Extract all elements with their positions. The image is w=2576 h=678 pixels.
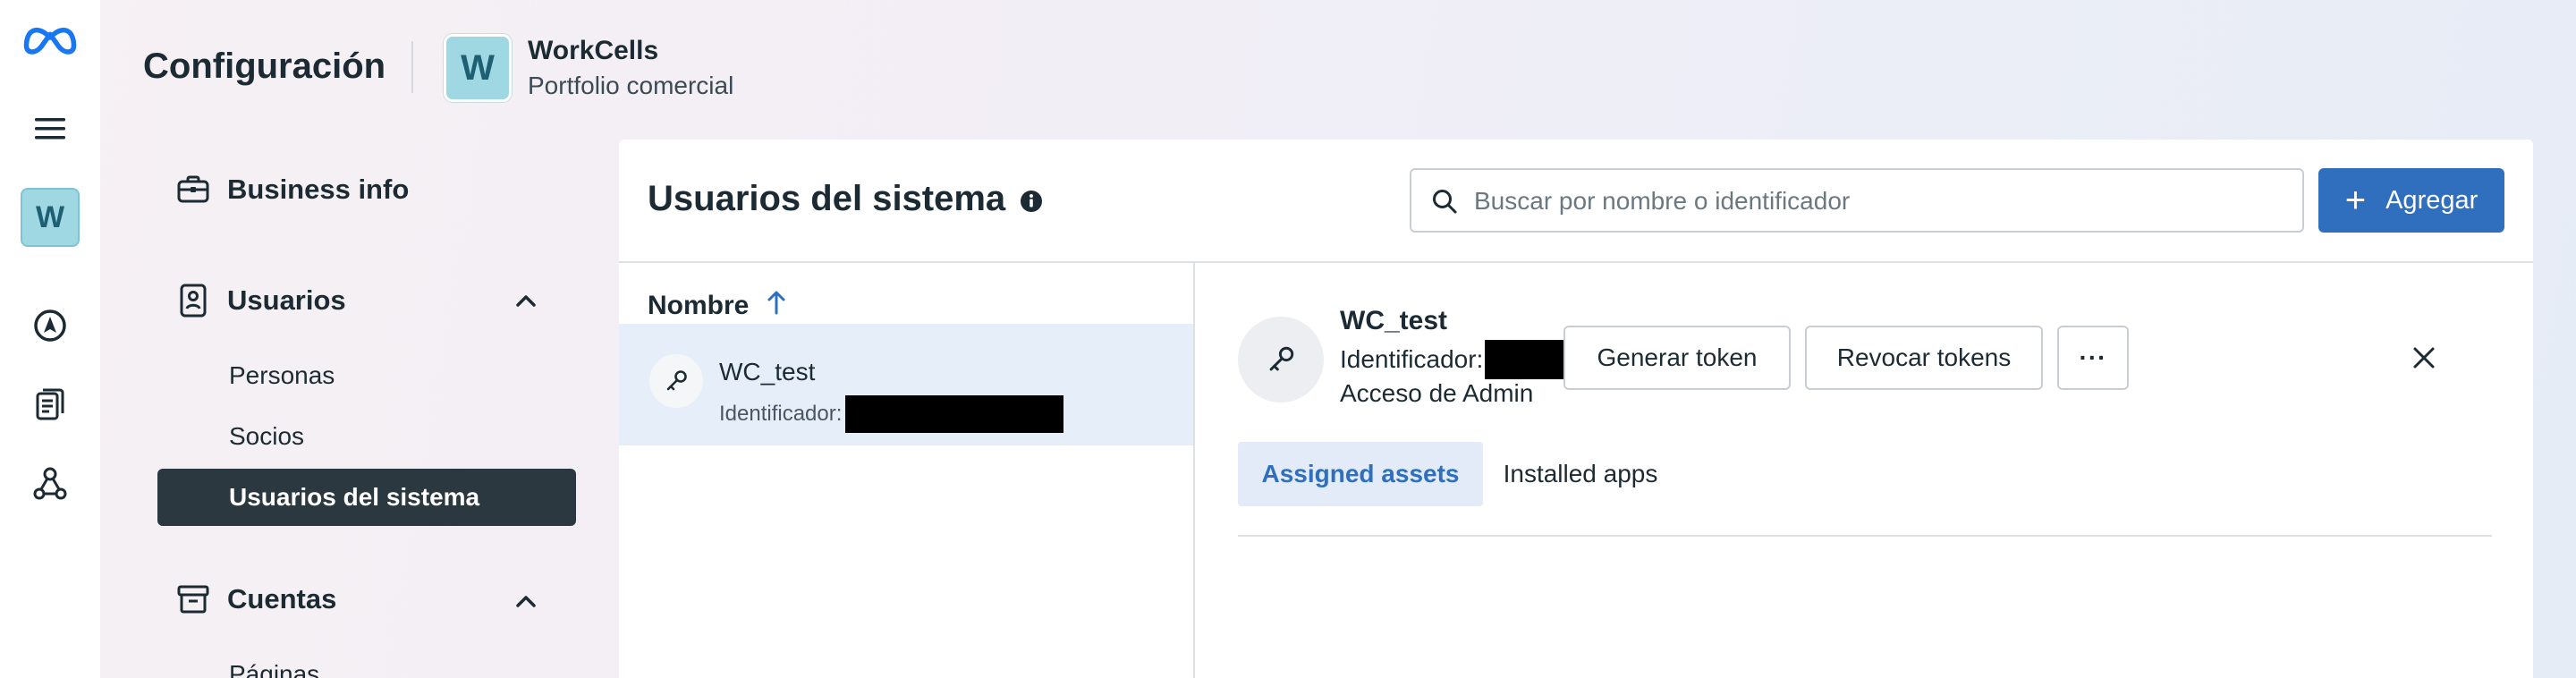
user-detail: WC_test Identificador: Acceso de Admin G… bbox=[1195, 263, 2533, 678]
search-field[interactable] bbox=[1410, 168, 2304, 233]
revoke-tokens-label: Revocar tokens bbox=[1836, 343, 2012, 371]
sidebar-section-accounts[interactable]: Cuentas bbox=[175, 581, 336, 617]
tab-label: Installed apps bbox=[1503, 460, 1658, 487]
meta-logo-icon[interactable] bbox=[21, 9, 79, 66]
portfolio-initial: W bbox=[35, 199, 65, 234]
row-identifier: Identificador: bbox=[719, 395, 1064, 433]
header-divider bbox=[411, 41, 413, 93]
id-badge-icon bbox=[175, 283, 211, 318]
add-button[interactable]: + Agregar bbox=[2318, 168, 2504, 233]
sidebar-item-paginas[interactable]: Páginas bbox=[229, 660, 319, 678]
access-level: Acceso de Admin bbox=[1340, 379, 1534, 407]
portfolio-type: Portfolio comercial bbox=[528, 72, 734, 99]
key-icon bbox=[649, 354, 703, 408]
chevron-up-icon[interactable] bbox=[512, 587, 540, 615]
column-header-label: Nombre bbox=[648, 291, 750, 320]
sidebar-item-usuarios-del-sistema[interactable]: Usuarios del sistema bbox=[157, 469, 576, 526]
app-rail: W bbox=[0, 0, 100, 678]
portfolio-avatar[interactable]: W bbox=[444, 34, 512, 102]
more-icon: ··· bbox=[2079, 343, 2107, 371]
close-icon[interactable] bbox=[2406, 340, 2442, 376]
sidebar-item-label: Business info bbox=[227, 174, 410, 205]
redacted-block bbox=[845, 395, 1064, 433]
row-identifier-label: Identificador: bbox=[719, 402, 843, 426]
key-icon bbox=[1238, 317, 1324, 403]
plus-icon: + bbox=[2344, 181, 2367, 220]
row-name: WC_test bbox=[719, 358, 816, 386]
users-list: Nombre WC_test Identificador: bbox=[619, 263, 1193, 678]
sidebar-item-business-info[interactable]: Business info bbox=[175, 172, 409, 208]
sort-ascending-icon[interactable] bbox=[767, 290, 786, 322]
sidebar-item-label: Usuarios del sistema bbox=[229, 483, 480, 511]
sidebar-section-users[interactable]: Usuarios bbox=[175, 283, 346, 318]
tab-assigned-assets[interactable]: Assigned assets bbox=[1238, 442, 1483, 506]
table-row[interactable]: WC_test Identificador: bbox=[619, 324, 1193, 445]
briefcase-icon bbox=[175, 172, 211, 208]
revoke-tokens-button[interactable]: Revocar tokens bbox=[1805, 326, 2043, 390]
tabs-divider bbox=[1238, 535, 2492, 537]
generate-token-label: Generar token bbox=[1597, 343, 1758, 371]
tab-installed-apps[interactable]: Installed apps bbox=[1483, 442, 1678, 506]
portfolio-avatar-initial: W bbox=[461, 47, 495, 88]
sidebar-section-label: Usuarios bbox=[227, 284, 346, 316]
compass-icon[interactable] bbox=[21, 297, 79, 354]
network-icon[interactable] bbox=[21, 454, 79, 512]
system-users-panel: Usuarios del sistema + Agregar Nombre bbox=[619, 140, 2533, 678]
portfolio-name[interactable]: WorkCells bbox=[528, 36, 658, 66]
detail-identifier-label: Identificador: bbox=[1340, 345, 1484, 373]
portfolio-avatar-small[interactable]: W bbox=[21, 188, 80, 247]
sidebar-item-personas[interactable]: Personas bbox=[229, 361, 335, 390]
page-title: Configuración bbox=[143, 47, 386, 86]
add-button-label: Agregar bbox=[2385, 185, 2479, 215]
info-icon[interactable] bbox=[1020, 190, 1043, 217]
generate-token-button[interactable]: Generar token bbox=[1563, 326, 1791, 390]
chevron-up-icon[interactable] bbox=[512, 286, 540, 315]
document-icon[interactable] bbox=[21, 376, 79, 433]
panel-title: Usuarios del sistema bbox=[648, 179, 1006, 218]
more-options-button[interactable]: ··· bbox=[2057, 326, 2129, 390]
column-header-nombre[interactable]: Nombre bbox=[648, 290, 786, 322]
menu-icon[interactable] bbox=[21, 100, 79, 157]
archive-icon bbox=[175, 581, 211, 617]
search-icon bbox=[1433, 190, 1457, 214]
sidebar-item-socios[interactable]: Socios bbox=[229, 422, 304, 451]
tab-label: Assigned assets bbox=[1261, 460, 1460, 487]
detail-name: WC_test bbox=[1340, 306, 1448, 335]
sidebar-section-label: Cuentas bbox=[227, 583, 337, 614]
search-input[interactable] bbox=[1474, 182, 2279, 220]
